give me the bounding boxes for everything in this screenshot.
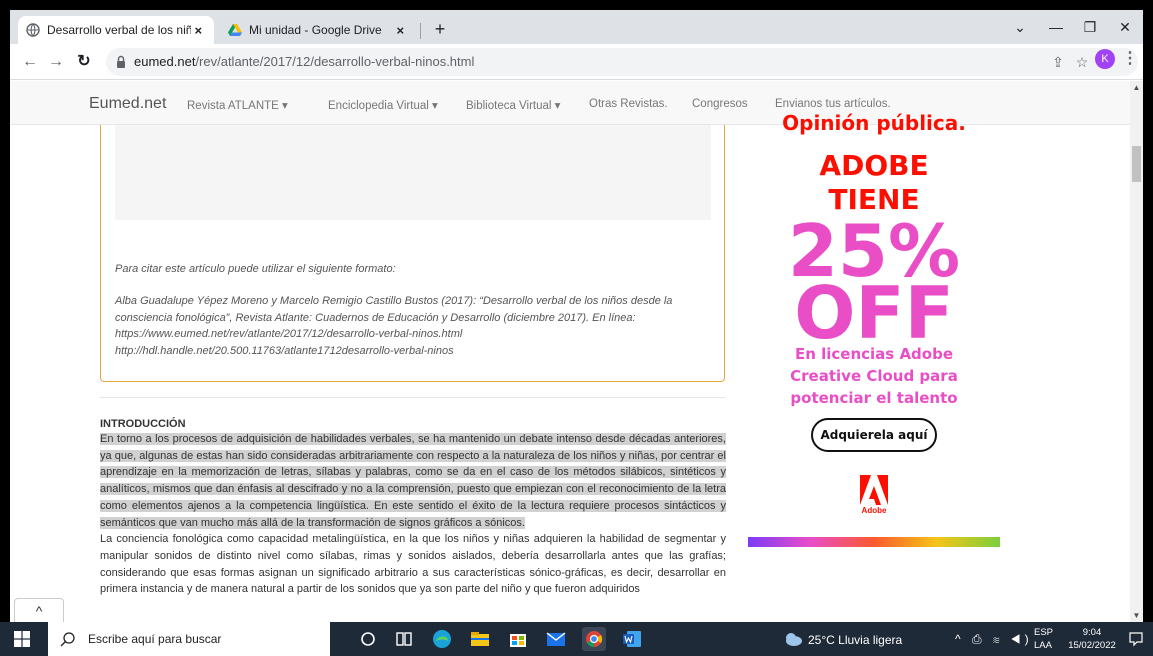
clock-time: 9:04 <box>1082 627 1102 638</box>
new-tab-button[interactable]: + <box>428 18 452 42</box>
minimize-button[interactable]: — <box>1039 14 1073 40</box>
nav-biblioteca-virtual[interactable]: Biblioteca Virtual ▾ <box>466 98 560 112</box>
tab-strip: Desarrollo verbal de los niños de × Mi u… <box>10 10 1143 44</box>
ad-gradient-bar <box>748 537 1000 547</box>
ad-headline-1: ADOBE <box>819 149 929 182</box>
url-text: eumed.net/rev/atlante/2017/12/desarrollo… <box>134 54 474 69</box>
close-window-button[interactable]: ✕ <box>1108 14 1142 40</box>
citation-url[interactable]: https://www.eumed.net/rev/atlante/2017/1… <box>115 326 715 343</box>
windows-start-icon[interactable] <box>14 631 30 647</box>
section-divider <box>100 397 725 398</box>
ad-subtitle-line: Creative Cloud para <box>790 367 958 385</box>
citation-text: Alba Guadalupe Yépez Moreno y Marcelo Re… <box>115 293 715 359</box>
browser-menu-icon[interactable]: ⋮ <box>1122 48 1138 70</box>
notification-icon[interactable] <box>1128 631 1144 647</box>
adobe-logo-icon <box>860 475 888 505</box>
citation-handle-url[interactable]: http://hdl.handle.net/20.500.11763/atlan… <box>115 343 715 360</box>
input-language[interactable]: ESP LAA <box>1034 626 1053 652</box>
browser-toolbar: ← → ↻ eumed.net/rev/atlante/2017/12/desa… <box>10 44 1143 80</box>
mail-icon[interactable] <box>544 627 568 651</box>
profile-avatar[interactable]: K <box>1095 49 1115 69</box>
page-scrollbar[interactable]: ▲ ▼ <box>1130 81 1143 622</box>
edge-browser-icon[interactable] <box>430 627 454 651</box>
citation-line: consciencia fonológica”, Revista Atlante… <box>115 311 636 324</box>
maximize-button[interactable]: ❐ <box>1073 14 1107 40</box>
microsoft-store-icon[interactable] <box>506 627 530 651</box>
weather-widget[interactable]: 25°C Lluvia ligera <box>808 633 902 647</box>
adobe-logo-text: Adobe <box>861 506 887 515</box>
system-clock[interactable]: 9:04 15/02/2022 <box>1062 626 1122 652</box>
forward-arrow-icon[interactable]: → <box>44 50 68 74</box>
ad-subtitle: En licencias Adobe Creative Cloud para p… <box>748 343 1000 409</box>
tab-separator <box>420 23 421 39</box>
nav-revista-atlante[interactable]: Revista ATLANTE ▾ <box>187 98 288 112</box>
cortana-icon[interactable] <box>356 627 380 651</box>
highlighted-paragraph: En torno a los procesos de adquisición d… <box>100 433 726 529</box>
page-viewport: Eumed.net Revista ATLANTE ▾ Enciclopedia… <box>10 81 1143 622</box>
windows-taskbar: Escribe aquí para buscar 25°C Lluvia lig… <box>0 622 1153 656</box>
search-placeholder: Escribe aquí para buscar <box>88 632 222 646</box>
introduction-heading: INTRODUCCIÓN <box>100 418 186 430</box>
ad-partial-text: Opinión pública. <box>782 111 966 135</box>
scroll-thumb[interactable] <box>1132 146 1141 182</box>
word-icon[interactable] <box>620 627 644 651</box>
nav-congresos[interactable]: Congresos <box>692 98 748 110</box>
clock-date: 15/02/2022 <box>1068 640 1116 651</box>
tab-search-chevron-icon[interactable]: ⌄ <box>1003 14 1037 40</box>
article-body: En torno a los procesos de adquisición d… <box>100 431 726 598</box>
nav-envianos-articulos[interactable]: Envianos tus artículos. <box>775 98 891 110</box>
google-drive-icon <box>228 23 242 37</box>
nav-enciclopedia-virtual[interactable]: Enciclopedia Virtual ▾ <box>328 98 438 112</box>
desktop-screen: Desarrollo verbal de los niños de × Mi u… <box>0 0 1153 656</box>
search-icon <box>60 632 75 647</box>
article-paragraph: La conciencia fonológica como capacidad … <box>100 533 726 596</box>
tab-desarrollo-verbal[interactable]: Desarrollo verbal de los niños de × <box>18 16 214 44</box>
nav-otras-revistas[interactable]: Otras Revistas. <box>589 98 668 110</box>
citation-box: Para citar este artículo puede utilizar … <box>100 125 725 382</box>
back-arrow-icon[interactable]: ← <box>18 50 42 74</box>
lang-layout: LAA <box>1034 640 1052 651</box>
tab-google-drive[interactable]: Mi unidad - Google Drive × <box>220 16 416 44</box>
lock-icon <box>117 55 125 68</box>
citation-intro: Para citar este artículo puede utilizar … <box>115 263 396 275</box>
share-icon[interactable]: ⇪ <box>1048 52 1068 72</box>
url-host: eumed.net <box>134 54 196 69</box>
scroll-down-arrow-icon[interactable]: ▼ <box>1130 611 1143 620</box>
url-path: /rev/atlante/2017/12/desarrollo-verbal-n… <box>195 54 475 69</box>
taskbar-search-box[interactable]: Escribe aquí para buscar <box>48 622 330 656</box>
tab-title: Mi unidad - Google Drive <box>249 23 382 37</box>
lang-code: ESP <box>1034 627 1054 638</box>
back-to-top-button[interactable]: ^ <box>14 598 64 622</box>
adobe-advertisement[interactable]: Opinión pública. ADOBE TIENE 25% OFF En … <box>748 111 1000 555</box>
ad-subtitle-line: En licencias Adobe <box>794 345 954 363</box>
tab-close-button[interactable]: × <box>191 23 206 38</box>
ad-subtitle-line: potenciar el talento <box>790 389 958 407</box>
browser-window: Desarrollo verbal de los niños de × Mi u… <box>10 10 1143 622</box>
address-bar[interactable]: eumed.net/rev/atlante/2017/12/desarrollo… <box>106 48 1138 76</box>
reload-icon[interactable]: ↻ <box>72 50 96 74</box>
globe-icon <box>26 23 40 37</box>
system-tray-icons[interactable]: ^ ⎙ ≋ ◀) <box>955 632 1033 647</box>
weather-cloud-icon <box>786 633 802 646</box>
task-view-icon[interactable] <box>392 627 416 651</box>
scroll-up-arrow-icon[interactable]: ▲ <box>1130 83 1143 92</box>
chrome-icon[interactable] <box>582 627 606 651</box>
site-brand-link[interactable]: Eumed.net <box>89 95 166 113</box>
file-explorer-icon[interactable] <box>468 627 492 651</box>
ad-buy-button[interactable]: Adquierela aquí <box>811 418 937 452</box>
embed-placeholder <box>115 125 711 220</box>
tab-close-button[interactable]: × <box>393 23 408 38</box>
citation-line: Alba Guadalupe Yépez Moreno y Marcelo Re… <box>115 295 673 307</box>
bookmark-star-icon[interactable]: ☆ <box>1072 52 1092 72</box>
tab-title: Desarrollo verbal de los niños de <box>47 23 191 37</box>
ad-off-text: OFF <box>794 271 954 355</box>
